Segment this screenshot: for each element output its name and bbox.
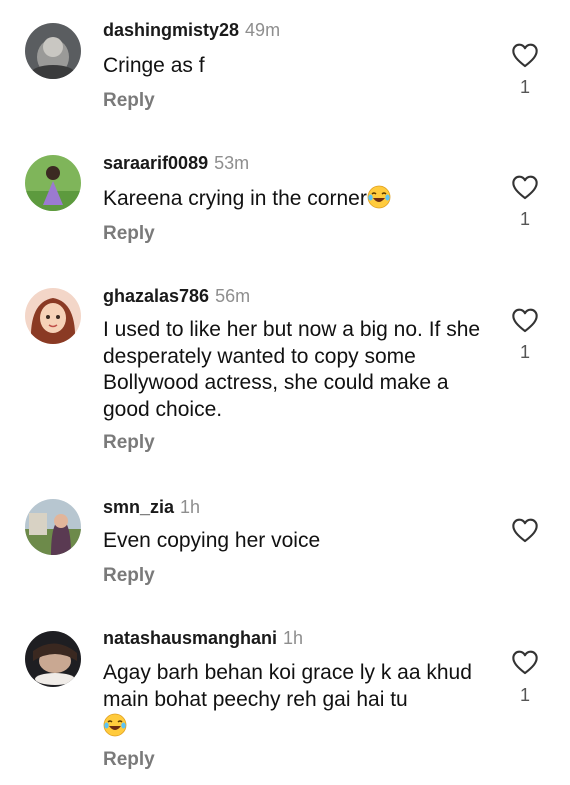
comment-header: natashausmanghani 1h xyxy=(103,628,303,649)
like-count: 1 xyxy=(519,209,530,229)
heart-icon[interactable] xyxy=(511,42,539,68)
like-count: 1 xyxy=(519,685,530,705)
username[interactable]: ghazalas786 xyxy=(103,286,209,306)
comment-header: dashingmisty28 49m xyxy=(103,20,280,41)
heart-icon[interactable] xyxy=(511,174,539,200)
heart-icon[interactable] xyxy=(511,517,539,543)
reply-button[interactable]: Reply xyxy=(103,90,155,112)
laughing-emoji-icon xyxy=(367,185,391,209)
timestamp: 1h xyxy=(180,497,201,517)
comment-text: Cringe as f xyxy=(103,54,205,77)
heart-icon[interactable] xyxy=(511,649,539,675)
timestamp: 49m xyxy=(245,20,281,40)
username[interactable]: natashausmanghani xyxy=(103,628,277,648)
comment-text: I used to like her but now a big no. If … xyxy=(103,318,481,421)
avatar[interactable] xyxy=(25,23,81,79)
laughing-emoji-icon xyxy=(103,713,127,737)
timestamp: 56m xyxy=(215,286,251,306)
comment-header: saraarif0089 53m xyxy=(103,153,249,174)
avatar[interactable] xyxy=(25,631,81,687)
like-count: 1 xyxy=(519,342,530,362)
reply-button[interactable]: Reply xyxy=(103,749,155,771)
comment-header: ghazalas786 56m xyxy=(103,286,250,307)
reply-button[interactable]: Reply xyxy=(103,432,155,454)
avatar[interactable] xyxy=(25,288,81,344)
heart-icon[interactable] xyxy=(511,307,539,333)
username[interactable]: dashingmisty28 xyxy=(103,20,239,40)
comment-header: smn_zia 1h xyxy=(103,497,200,518)
comment-text: Agay barh behan koi grace ly k aa khud m… xyxy=(103,660,483,741)
comment-text: Even copying her voice xyxy=(103,529,321,552)
reply-button[interactable]: Reply xyxy=(103,565,155,587)
reply-button[interactable]: Reply xyxy=(103,223,155,245)
username[interactable]: smn_zia xyxy=(103,497,174,517)
avatar[interactable] xyxy=(25,499,81,555)
avatar[interactable] xyxy=(25,155,81,211)
comment-text: Kareena crying in the corner xyxy=(103,185,498,213)
like-count: 1 xyxy=(519,77,530,97)
timestamp: 53m xyxy=(214,153,250,173)
username[interactable]: saraarif0089 xyxy=(103,153,208,173)
timestamp: 1h xyxy=(283,628,304,648)
